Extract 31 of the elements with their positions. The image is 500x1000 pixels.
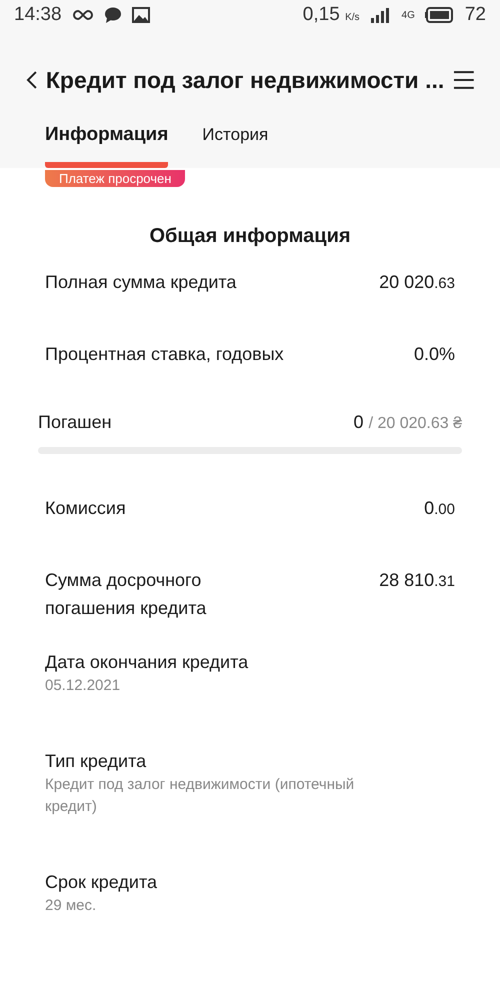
row-label: Тип кредита [45, 751, 148, 772]
row-label: Процентная ставка, годовых [45, 343, 284, 366]
clock: 14:38 [14, 4, 62, 26]
row-label: Срок кредита [45, 872, 158, 893]
row-value: 05.12.2021 [45, 676, 122, 696]
network-type: 4G [402, 10, 415, 20]
row-value: 0.0% [414, 343, 455, 366]
row-value: 20 020.63 [379, 271, 455, 294]
row-value: 0.00 [424, 497, 455, 520]
row-label: Дата окончания кредита [45, 652, 250, 673]
battery-level: 72 [464, 4, 486, 26]
section-title: Общая информация [148, 225, 352, 248]
signal-icon [370, 7, 392, 23]
repaid-amount: 0 / 20 020.63 ₴ [354, 412, 462, 433]
row-value: 29 мес. [45, 896, 98, 916]
row-value: Кредит под залог недвижимости (ипотечный кредит) [45, 775, 356, 817]
back-icon[interactable] [26, 70, 38, 90]
row-label: Комиссия [45, 497, 126, 520]
row-label: Полная сумма кредита [45, 271, 236, 294]
image-icon [132, 7, 150, 23]
tab[interactable]: История [202, 124, 268, 168]
infinity-icon [72, 9, 94, 21]
menu-icon[interactable] [452, 70, 476, 90]
row-label: Погашен [38, 412, 112, 433]
row-value: 28 810.31 [379, 569, 455, 592]
chat-icon [104, 7, 122, 23]
page-title: Кредит под залог недвижимости ... [46, 66, 444, 94]
overdue-badge: Платеж просрочен [45, 170, 186, 187]
battery-icon [424, 7, 455, 23]
network-speed: 0,15 K/s [302, 4, 360, 26]
row-label: Сумма досрочного погашения кредита [45, 569, 208, 620]
